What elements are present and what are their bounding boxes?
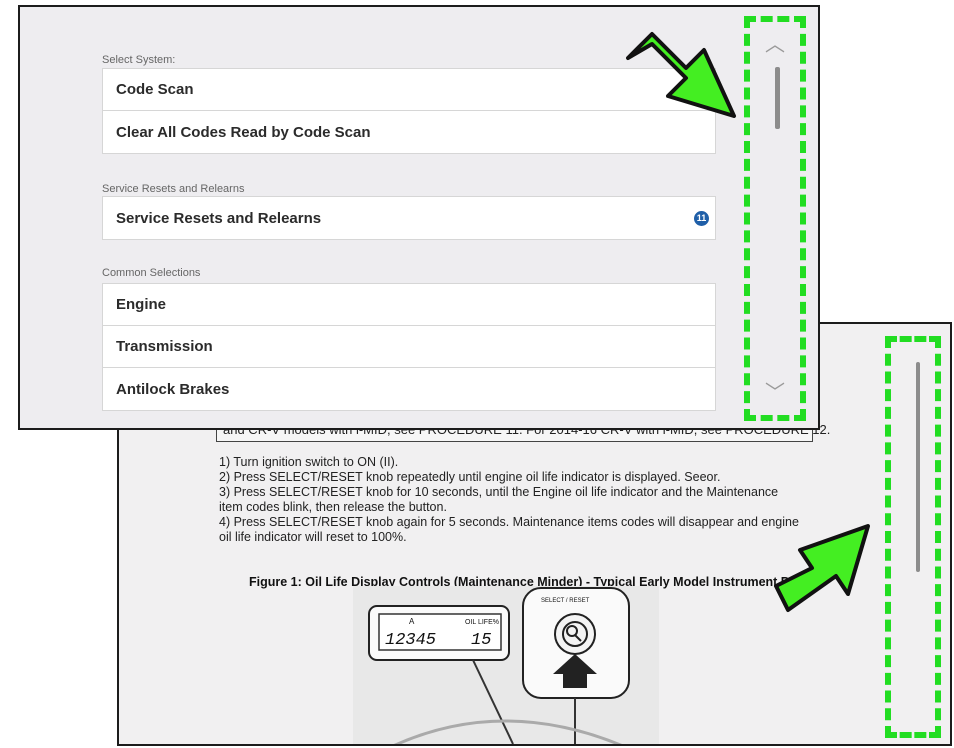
procedure-step: 1) Turn ignition switch to ON (II). <box>219 455 399 469</box>
section-label-common-selections: Common Selections <box>102 267 201 279</box>
menu-item-transmission[interactable]: Transmission <box>103 326 715 368</box>
common-selections-card: Engine Transmission Antilock Brakes <box>102 283 716 411</box>
procedure-step: item codes blink, then release the butto… <box>219 500 447 514</box>
service-resets-card: Service Resets and Relearns 11 <box>102 196 716 240</box>
menu-item-label: Engine <box>116 296 167 313</box>
procedure-step: oil life indicator will reset to 100%. <box>219 530 407 544</box>
oil-life-display-figure: A 12345 OIL LIFE% 15 SELECT / RESET <box>353 586 659 744</box>
scrollbar-highlight-box <box>885 336 941 738</box>
menu-item-antilock-brakes[interactable]: Antilock Brakes <box>103 368 715 410</box>
menu-item-label: Code Scan <box>116 81 194 98</box>
scrollbar-highlight-box <box>744 16 806 421</box>
oil-life-label: OIL LIFE% <box>465 619 499 626</box>
pointer-arrow-icon <box>774 524 870 612</box>
menu-item-label: Clear All Codes Read by Code Scan <box>116 123 371 141</box>
pointer-arrow-icon <box>626 32 736 118</box>
menu-item-label: Transmission <box>116 338 213 355</box>
trip-marker: A <box>409 617 415 626</box>
odometer-reading: 12345 <box>385 631 436 650</box>
oil-life-value: 15 <box>471 631 491 650</box>
section-label-select-system: Select System: <box>102 54 176 66</box>
menu-item-service-resets[interactable]: Service Resets and Relearns 11 <box>103 197 715 239</box>
procedure-step: 2) Press SELECT/RESET knob repeatedly un… <box>219 470 721 484</box>
procedure-step: 3) Press SELECT/RESET knob for 10 second… <box>219 485 779 499</box>
count-badge: 11 <box>694 210 709 226</box>
menu-item-label: Service Resets and Relearns <box>116 209 322 227</box>
knob-label: SELECT / RESET <box>541 598 590 604</box>
menu-item-label: Antilock Brakes <box>116 380 230 398</box>
section-label-service-resets: Service Resets and Relearns <box>102 183 245 195</box>
menu-item-engine[interactable]: Engine <box>103 284 715 326</box>
procedure-step: 4) Press SELECT/RESET knob again for 5 s… <box>219 515 799 529</box>
